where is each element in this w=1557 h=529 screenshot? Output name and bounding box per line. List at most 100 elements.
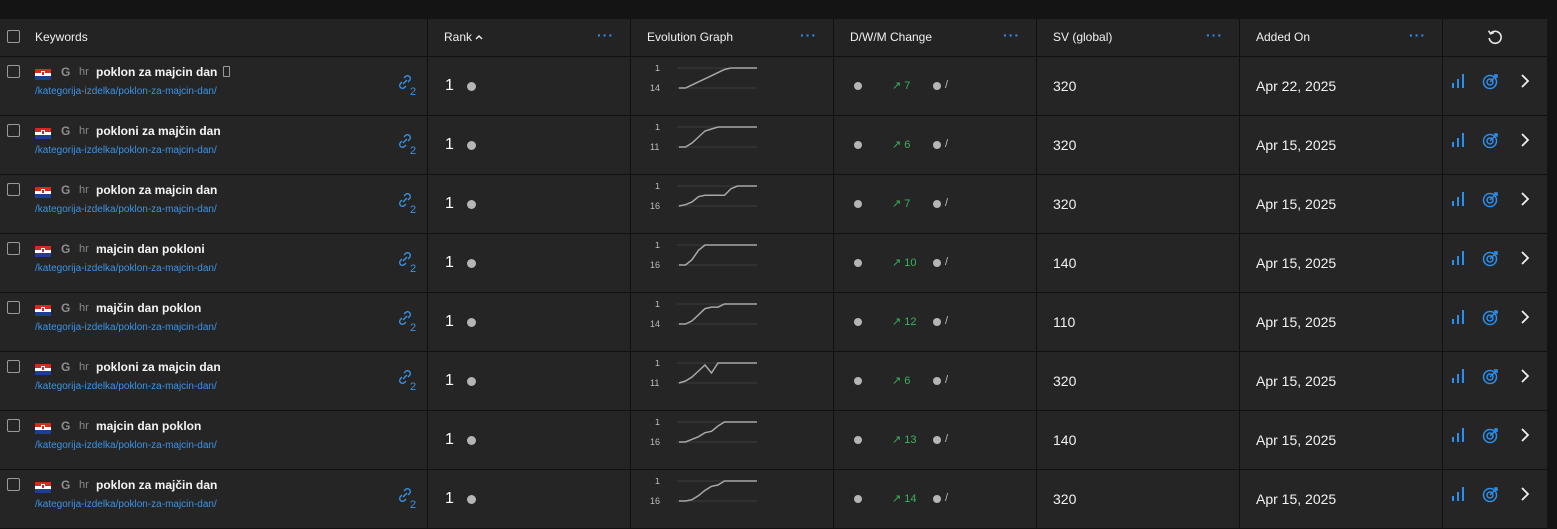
chevron-right-icon[interactable] bbox=[1519, 427, 1531, 443]
header-rank[interactable]: Rank ··· bbox=[428, 19, 631, 56]
sv-cell: 320 bbox=[1037, 175, 1240, 233]
target-icon[interactable] bbox=[1481, 132, 1499, 150]
table-row[interactable]: G hr poklon za majcin dan /kategorija-iz… bbox=[0, 175, 1547, 234]
header-actions bbox=[1443, 19, 1547, 56]
chevron-right-icon[interactable] bbox=[1519, 309, 1531, 325]
evolution-cell[interactable]: 1 16 bbox=[631, 234, 834, 292]
search-volume: 320 bbox=[1053, 373, 1077, 389]
header-evolution-label: Evolution Graph bbox=[647, 30, 734, 44]
evolution-sparkline: 111 bbox=[650, 360, 757, 388]
rank-more-icon[interactable]: ··· bbox=[597, 27, 614, 43]
chevron-right-icon[interactable] bbox=[1519, 486, 1531, 502]
evolution-cell[interactable]: 1 11 bbox=[631, 352, 834, 410]
row-checkbox[interactable] bbox=[7, 478, 20, 491]
table-row[interactable]: G hr poklon za majčin dan /kategorija-iz… bbox=[0, 470, 1547, 529]
keyword-url[interactable]: /kategorija-izdelka/poklon-za-majcin-dan… bbox=[35, 86, 217, 97]
added-more-icon[interactable]: ··· bbox=[1409, 27, 1426, 43]
bar-chart-icon[interactable] bbox=[1450, 427, 1466, 443]
target-icon[interactable] bbox=[1481, 309, 1499, 327]
evolution-cell[interactable]: 1 16 bbox=[631, 470, 834, 528]
language-code: hr bbox=[79, 479, 89, 491]
rank-status-dot bbox=[467, 318, 476, 327]
keyword-url[interactable]: /kategorija-izdelka/poklon-za-majcin-dan… bbox=[35, 145, 217, 156]
table-row[interactable]: G hr poklon za majcin dan /kategorija-iz… bbox=[0, 57, 1547, 116]
monthly-change: / bbox=[945, 433, 949, 445]
sparkline-trend-line bbox=[679, 244, 757, 266]
sv-more-icon[interactable]: ··· bbox=[1206, 27, 1223, 43]
evolution-cell[interactable]: 1 11 bbox=[631, 116, 834, 174]
evolution-cell[interactable]: 1 16 bbox=[631, 175, 834, 233]
evolution-cell[interactable]: 1 14 bbox=[631, 57, 834, 115]
refresh-icon[interactable] bbox=[1486, 28, 1504, 46]
table-row[interactable]: G hr pokloni za majcin dan /kategorija-i… bbox=[0, 352, 1547, 411]
keyword-text[interactable]: poklon za majčin dan bbox=[96, 478, 217, 492]
keyword-url[interactable]: /kategorija-izdelka/poklon-za-majcin-dan… bbox=[35, 263, 217, 274]
row-checkbox[interactable] bbox=[7, 124, 20, 137]
row-checkbox[interactable] bbox=[7, 419, 20, 432]
target-icon[interactable] bbox=[1481, 191, 1499, 209]
evolution-cell[interactable]: 1 16 bbox=[631, 411, 834, 469]
evolution-sparkline: 1 16 bbox=[650, 419, 757, 447]
row-checkbox[interactable] bbox=[7, 183, 20, 196]
bar-chart-icon[interactable] bbox=[1450, 132, 1466, 148]
added-cell: Apr 15, 2025 bbox=[1240, 470, 1443, 528]
actions-cell bbox=[1443, 175, 1547, 233]
keyword-text[interactable]: majcin dan poklon bbox=[96, 419, 201, 433]
bar-chart-icon[interactable] bbox=[1450, 486, 1466, 502]
target-icon[interactable] bbox=[1481, 486, 1499, 504]
chevron-right-icon[interactable] bbox=[1519, 250, 1531, 266]
select-all-checkbox[interactable] bbox=[7, 30, 20, 43]
keyword-text[interactable]: majčin dan poklon bbox=[96, 301, 201, 315]
keyword-url[interactable]: /kategorija-izdelka/poklon-za-majcin-dan… bbox=[35, 381, 217, 392]
row-checkbox[interactable] bbox=[7, 65, 20, 78]
target-icon[interactable] bbox=[1481, 73, 1499, 91]
keyword-text[interactable]: majcin dan pokloni bbox=[96, 242, 205, 256]
table-row[interactable]: G hr pokloni za majčin dan /kategorija-i… bbox=[0, 116, 1547, 175]
bar-chart-icon[interactable] bbox=[1450, 73, 1466, 89]
chevron-right-icon[interactable] bbox=[1519, 132, 1531, 148]
weekly-change: ↗ 10 bbox=[892, 257, 917, 269]
keyword-cell: G hr pokloni za majcin dan /kategorija-i… bbox=[0, 352, 428, 410]
bar-chart-icon[interactable] bbox=[1450, 250, 1466, 266]
row-checkbox[interactable] bbox=[7, 301, 20, 314]
rank-value: 1 bbox=[445, 313, 454, 330]
rank-value: 1 bbox=[445, 254, 454, 271]
added-date: Apr 15, 2025 bbox=[1256, 491, 1337, 507]
monthly-change: / bbox=[945, 256, 949, 268]
keyword-text[interactable]: pokloni za majcin dan bbox=[96, 360, 221, 374]
keyword-url[interactable]: /kategorija-izdelka/poklon-za-majcin-dan… bbox=[35, 204, 217, 215]
keyword-url[interactable]: /kategorija-izdelka/poklon-za-majcin-dan… bbox=[35, 322, 217, 333]
added-cell: Apr 15, 2025 bbox=[1240, 293, 1443, 351]
chevron-right-icon[interactable] bbox=[1519, 73, 1531, 89]
table-row[interactable]: G hr majčin dan poklon /kategorija-izdel… bbox=[0, 293, 1547, 352]
keyword-text[interactable]: poklon za majcin dan bbox=[96, 65, 231, 79]
chevron-right-icon[interactable] bbox=[1519, 191, 1531, 207]
link-count: 2 bbox=[410, 145, 417, 157]
table-body: G hr poklon za majcin dan /kategorija-iz… bbox=[0, 57, 1547, 529]
row-checkbox[interactable] bbox=[7, 242, 20, 255]
keyword-url[interactable]: /kategorija-izdelka/poklon-za-majcin-dan… bbox=[35, 440, 217, 451]
target-icon[interactable] bbox=[1481, 427, 1499, 445]
chevron-right-icon[interactable] bbox=[1519, 368, 1531, 384]
keyword-url[interactable]: /kategorija-izdelka/poklon-za-majcin-dan… bbox=[35, 499, 217, 510]
keyword-text[interactable]: pokloni za majčin dan bbox=[96, 124, 221, 138]
keyword-cell: G hr majčin dan poklon /kategorija-izdel… bbox=[0, 293, 428, 351]
rank-cell: 1 bbox=[428, 411, 631, 469]
evolution-sparkline: 111 bbox=[650, 124, 757, 152]
row-checkbox[interactable] bbox=[7, 360, 20, 373]
bar-chart-icon[interactable] bbox=[1450, 191, 1466, 207]
table-row[interactable]: G hr majcin dan pokloni /kategorija-izde… bbox=[0, 234, 1547, 293]
target-icon[interactable] bbox=[1481, 368, 1499, 386]
bar-chart-icon[interactable] bbox=[1450, 368, 1466, 384]
target-icon[interactable] bbox=[1481, 250, 1499, 268]
table-row[interactable]: G hr majcin dan poklon /kategorija-izdel… bbox=[0, 411, 1547, 470]
monthly-change-dot bbox=[933, 82, 941, 90]
keyword-text[interactable]: poklon za majcin dan bbox=[96, 183, 217, 197]
added-date: Apr 15, 2025 bbox=[1256, 255, 1337, 271]
bar-chart-icon[interactable] bbox=[1450, 309, 1466, 325]
evolution-cell[interactable]: 1 14 bbox=[631, 293, 834, 351]
dwm-more-icon[interactable]: ··· bbox=[1003, 27, 1020, 43]
evolution-more-icon[interactable]: ··· bbox=[800, 27, 817, 43]
evolution-sparkline: 1 14 bbox=[650, 301, 757, 329]
croatia-flag-icon bbox=[35, 305, 51, 316]
